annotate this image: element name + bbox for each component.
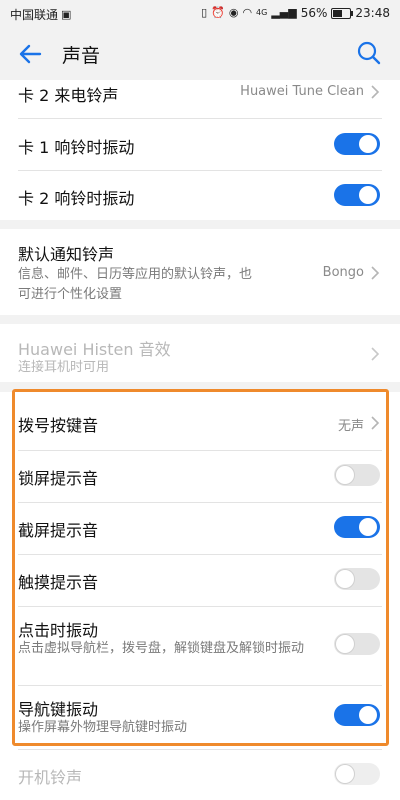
card2-ringtone-value: Huawei Tune Clean bbox=[240, 84, 364, 99]
notify-ringtone-label: 默认通知铃声 bbox=[18, 245, 115, 264]
nav-vibrate-row: 导航键振动 操作屏幕外物理导航键时振动 bbox=[0, 686, 400, 742]
nav-vibrate-toggle[interactable] bbox=[334, 704, 380, 726]
touch-tone-toggle[interactable] bbox=[334, 568, 380, 590]
card2-ringtone-label: 卡 2 来电铃声 bbox=[18, 86, 119, 105]
screenshot-tone-label: 截屏提示音 bbox=[18, 521, 99, 540]
battery-percent: 56% bbox=[300, 6, 328, 20]
system-sounds-card: 拨号按键音 无声 锁屏提示音 截屏提示音 触摸提示音 点击时振动 点击虚拟导航栏… bbox=[0, 392, 400, 800]
boot-ringtone-toggle[interactable] bbox=[334, 763, 380, 785]
touch-tone-row: 触摸提示音 bbox=[0, 555, 400, 606]
screenshot-tone-toggle[interactable] bbox=[334, 516, 380, 538]
dial-tone-value: 无声 bbox=[337, 419, 364, 434]
boot-ringtone-row: 开机铃声 bbox=[0, 750, 400, 800]
screenshot-tone-row: 截屏提示音 bbox=[0, 503, 400, 554]
lock-tone-label: 锁屏提示音 bbox=[18, 469, 99, 488]
histen-desc: 连接耳机时可用 bbox=[18, 360, 110, 375]
back-arrow-icon[interactable] bbox=[16, 40, 44, 68]
touch-tone-label: 触摸提示音 bbox=[18, 573, 99, 592]
dial-tone-row[interactable]: 拨号按键音 无声 bbox=[0, 392, 400, 450]
alarm-icon: ⏰ bbox=[211, 6, 225, 19]
battery-icon bbox=[331, 7, 354, 19]
lock-tone-toggle[interactable] bbox=[334, 464, 380, 486]
histen-label: Huawei Histen 音效 bbox=[18, 340, 171, 359]
status-bar: 中国联通 ▣ ▯ ⏰ ◉ ◠ 4G ▂▄▆ 56% 23:48 bbox=[0, 0, 400, 28]
clock: 23:48 bbox=[355, 6, 390, 20]
tap-vibrate-row: 点击时振动 点击虚拟导航栏，拨号盘，解锁键盘及解锁时振动 bbox=[0, 607, 400, 685]
card2-vibrate-row: 卡 2 响铃时振动 bbox=[0, 171, 400, 220]
chevron-right-icon bbox=[371, 266, 380, 280]
histen-row: Huawei Histen 音效 连接耳机时可用 bbox=[0, 324, 400, 382]
app-bar: 声音 bbox=[0, 28, 400, 80]
chevron-right-icon bbox=[371, 416, 380, 430]
notify-ringtone-desc: 信息、邮件、日历等应用的默认铃声，也可进行个性化设置 bbox=[18, 267, 253, 302]
card2-ringtone-row[interactable]: 卡 2 来电铃声 Huawei Tune Clean bbox=[0, 80, 400, 112]
card1-vibrate-label: 卡 1 响铃时振动 bbox=[18, 138, 135, 157]
nav-vibrate-desc: 操作屏幕外物理导航键时振动 bbox=[18, 720, 188, 735]
card1-vibrate-row: 卡 1 响铃时振动 bbox=[0, 119, 400, 170]
card2-vibrate-toggle[interactable] bbox=[334, 184, 380, 206]
chevron-right-icon bbox=[371, 347, 380, 361]
tap-vibrate-label: 点击时振动 bbox=[18, 621, 99, 640]
tap-vibrate-toggle[interactable] bbox=[334, 633, 380, 655]
notify-ringtone-row[interactable]: 默认通知铃声 信息、邮件、日历等应用的默认铃声，也可进行个性化设置 Bongo bbox=[0, 229, 400, 315]
card2-vibrate-label: 卡 2 响铃时振动 bbox=[18, 189, 135, 208]
dial-tone-label: 拨号按键音 bbox=[18, 416, 99, 435]
tap-vibrate-desc: 点击虚拟导航栏，拨号盘，解锁键盘及解锁时振动 bbox=[18, 641, 305, 656]
ringtone-card: 卡 2 来电铃声 Huawei Tune Clean 卡 1 响铃时振动 卡 2… bbox=[0, 80, 400, 220]
search-icon[interactable] bbox=[356, 40, 382, 66]
wifi-icon: ◠ bbox=[242, 6, 253, 19]
signal-icon: ▂▄▆ bbox=[271, 6, 297, 19]
page-title: 声音 bbox=[62, 45, 101, 67]
histen-card: Huawei Histen 音效 连接耳机时可用 bbox=[0, 324, 400, 382]
sim-icon: ▣ bbox=[61, 7, 72, 21]
chevron-right-icon bbox=[371, 85, 380, 99]
carrier-label: 中国联通 bbox=[10, 8, 59, 22]
nav-vibrate-label: 导航键振动 bbox=[18, 700, 99, 719]
boot-ringtone-label: 开机铃声 bbox=[18, 768, 83, 787]
notification-card: 默认通知铃声 信息、邮件、日历等应用的默认铃声，也可进行个性化设置 Bongo bbox=[0, 229, 400, 315]
eye-icon: ◉ bbox=[228, 6, 239, 19]
card1-vibrate-toggle[interactable] bbox=[334, 133, 380, 155]
notify-ringtone-value: Bongo bbox=[322, 265, 364, 280]
lock-tone-row: 锁屏提示音 bbox=[0, 451, 400, 502]
vibrate-icon: ▯ bbox=[201, 6, 208, 19]
network-type: 4G bbox=[256, 8, 268, 17]
